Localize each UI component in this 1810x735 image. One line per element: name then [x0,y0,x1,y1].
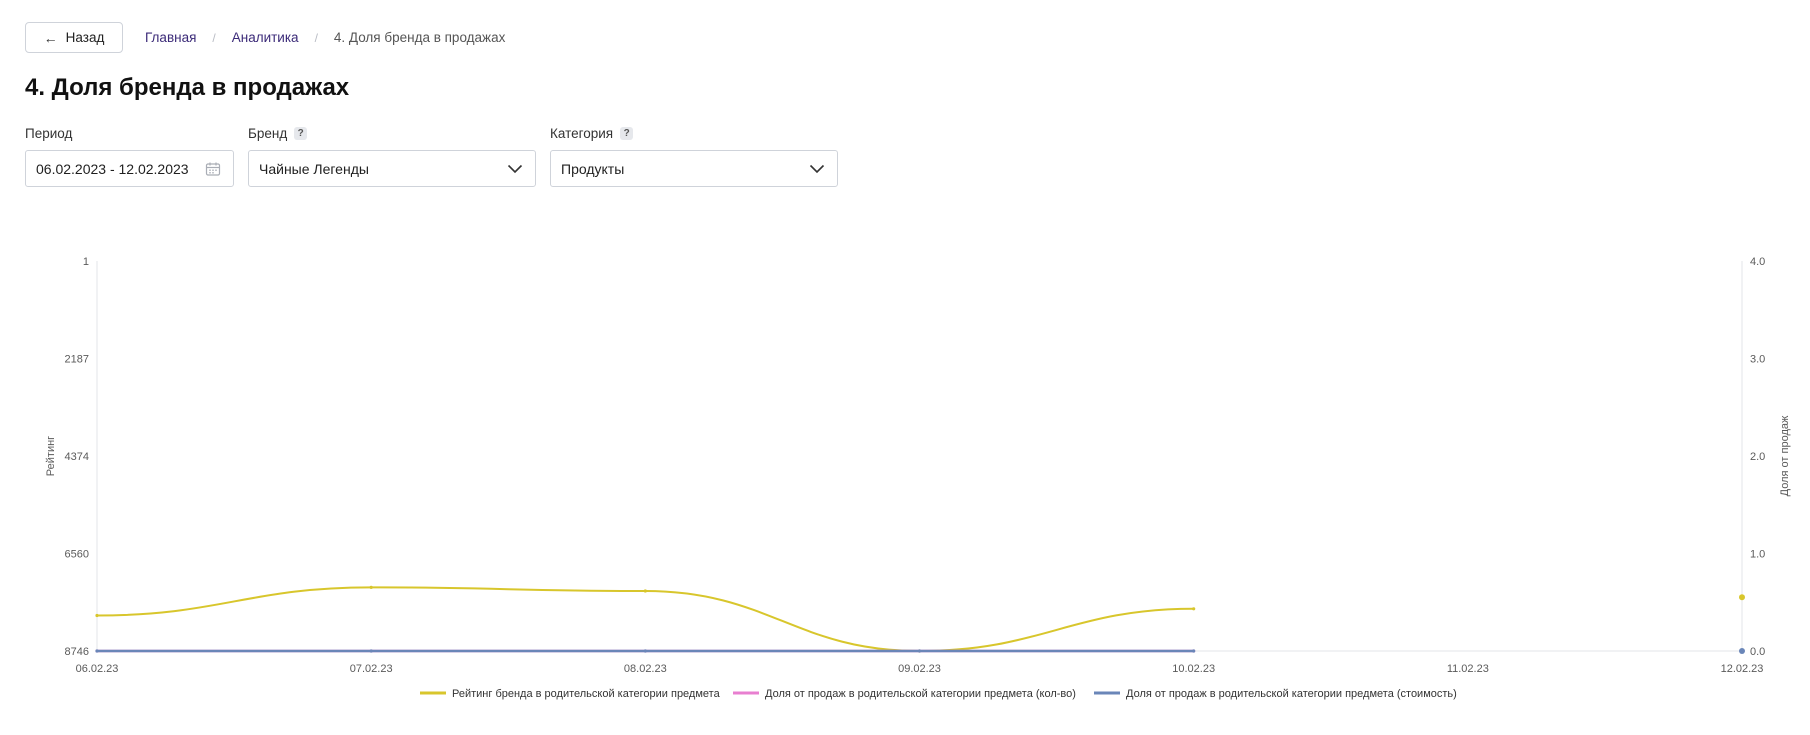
chart: 1 2187 4374 6560 8746 4.0 3.0 2.0 1.0 0.0 06.02.23… [0,0,1810,735]
y-left-axis-title: Рейтинг [45,436,57,476]
y-left-tick-label: 1 [83,256,89,268]
y-right-tick-label: 2.0 [1750,451,1765,463]
y-right-tick-label: 4.0 [1750,256,1765,268]
share-edge-marker [1739,648,1745,654]
legend-label: Рейтинг бренда в родительской категории … [452,688,721,700]
legend-label: Доля от продаж в родительской категории … [1126,688,1457,700]
y-right-tick-label: 1.0 [1750,549,1765,561]
series-point [643,649,647,653]
y-right-tick-label: 3.0 [1750,354,1765,366]
rating-edge-marker [1739,594,1745,601]
series-point [95,613,99,618]
series-point [369,649,373,653]
series-point [643,589,647,593]
series-point [369,585,373,590]
x-tick-label: 07.02.23 [350,663,393,675]
y-right-axis-title: Доля от продаж [1779,415,1791,496]
series-rating-line [96,586,1194,653]
x-tick-label: 09.02.23 [898,663,941,675]
y-right-tick-label: 0.0 [1750,646,1765,658]
y-left-tick-label: 8746 [65,646,89,658]
series-point [95,649,99,653]
series-point [917,649,922,653]
y-left-tick-label: 6560 [65,549,89,561]
x-tick-label: 08.02.23 [624,663,667,675]
legend-label: Доля от продаж в родительской категории … [765,688,1076,700]
x-tick-label: 06.02.23 [76,663,119,675]
y-left-tick-label: 4374 [65,451,89,463]
x-tick-label: 11.02.23 [1447,663,1489,675]
x-tick-label: 12.02.23 [1721,663,1764,675]
chart-svg: 1 2187 4374 6560 8746 4.0 3.0 2.0 1.0 0.0 06.02.23… [45,256,1791,700]
y-left-tick-label: 2187 [65,354,89,366]
series-point [1192,607,1196,611]
series-point [1192,649,1196,653]
x-tick-label: 10.02.23 [1172,663,1215,675]
